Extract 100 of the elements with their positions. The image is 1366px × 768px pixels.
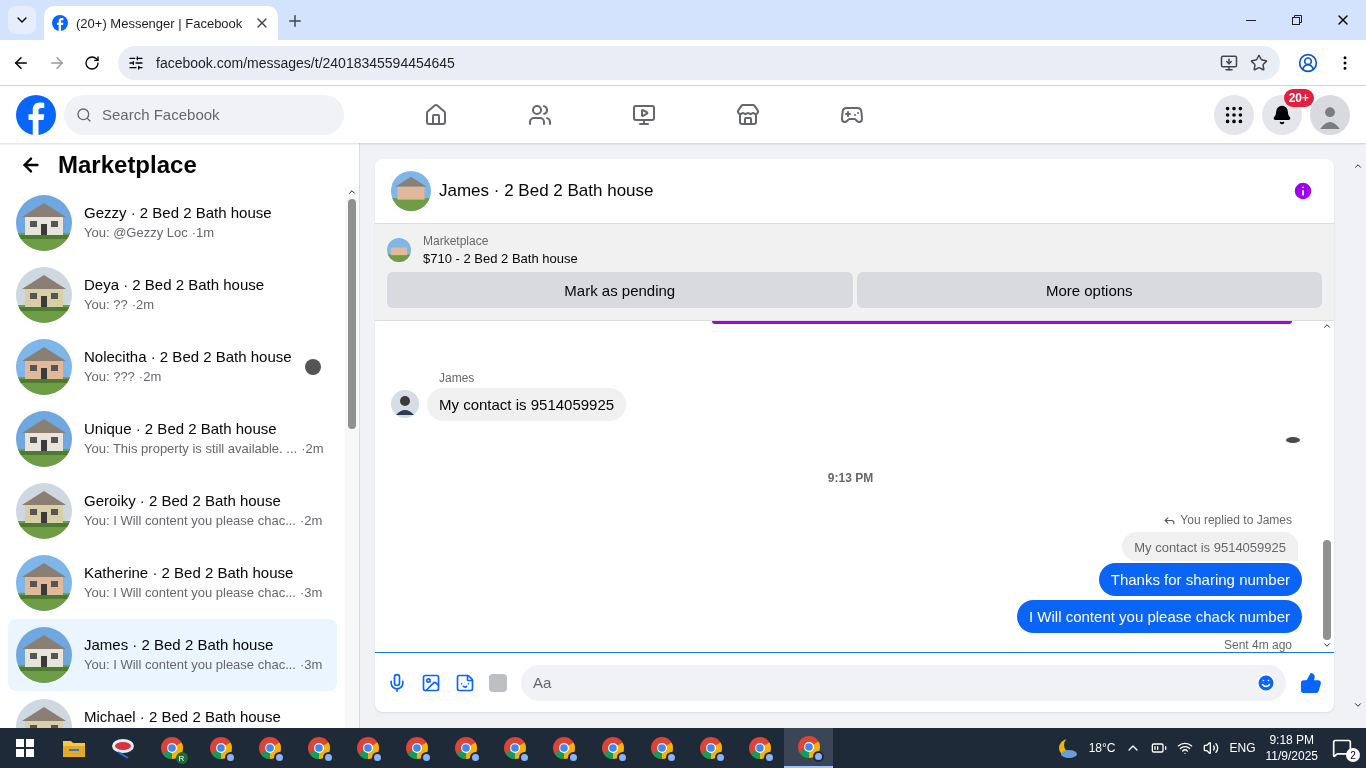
start-icon[interactable] <box>15 739 34 757</box>
bookmark-icon[interactable] <box>1250 53 1268 72</box>
scrollbar-thumb[interactable] <box>348 199 356 429</box>
facebook-logo <box>52 15 68 31</box>
browser-icon[interactable] <box>796 735 821 759</box>
conversation-name: Gezzy · 2 Bed 2 Bath house <box>84 204 273 221</box>
search-field[interactable]: Search Facebook <box>64 94 344 135</box>
friends-icon[interactable] <box>528 102 552 127</box>
sidebar-title: Marketplace <box>58 151 197 179</box>
minimize-icon[interactable] <box>1246 19 1256 21</box>
folder-icon[interactable] <box>61 738 86 758</box>
profile-icon <box>567 752 579 763</box>
browser-icon[interactable] <box>747 736 772 760</box>
browser-icon[interactable] <box>600 736 625 760</box>
browser-icon[interactable] <box>698 736 723 760</box>
browser-icon[interactable] <box>208 736 233 760</box>
profile-icon <box>763 752 775 763</box>
notification-badge: 20+ <box>1283 88 1314 107</box>
restore-icon[interactable] <box>1292 15 1302 25</box>
scroll-down-icon[interactable] <box>1322 640 1332 650</box>
conversation-item[interactable]: Katherine · 2 Bed 2 Bath house You: I Will content you please chac... ·3m <box>8 547 337 619</box>
browser-icon[interactable] <box>355 736 380 760</box>
url-text: facebook.com/messages/t/24018345594454645 <box>156 54 456 71</box>
facebook-logo[interactable] <box>16 94 56 135</box>
message-bubble: My contact is 9514059925 <box>427 387 627 421</box>
browser-icon[interactable] <box>257 736 282 760</box>
account-avatar[interactable] <box>1310 94 1350 135</box>
browser-icon[interactable] <box>404 736 429 760</box>
battery-icon[interactable] <box>1151 740 1168 756</box>
notification-icon[interactable] <box>1332 738 1352 758</box>
store-icon[interactable] <box>736 102 760 127</box>
message-preview: You: I Will content you please chac... <box>84 585 296 600</box>
microphone-icon[interactable] <box>387 672 407 693</box>
profile-icon <box>273 752 285 763</box>
conversation-item[interactable]: Deya · 2 Bed 2 Bath house You: ?? ·2m <box>8 259 337 331</box>
action-button[interactable]: Mark as pending <box>387 272 853 308</box>
clock-date: 11/9/2025 <box>1265 749 1318 763</box>
app-icon[interactable] <box>109 736 136 760</box>
listing-title: $710 - 2 Bed 2 Bath house <box>423 251 578 266</box>
conversation-item[interactable]: Geroiky · 2 Bed 2 Bath house You: I Will content you please chac... ·2m <box>8 475 337 547</box>
message-preview: You: ??? <box>84 369 135 384</box>
profile-icon <box>420 752 432 763</box>
message-bubble: I Will content you please chack number <box>1017 600 1302 633</box>
profile-icon <box>812 751 824 762</box>
wifi-icon[interactable] <box>1177 740 1194 756</box>
scroll-up-icon[interactable] <box>1353 161 1363 171</box>
avatar <box>391 390 419 419</box>
site-settings-icon[interactable] <box>128 54 144 71</box>
volume-icon[interactable] <box>1203 740 1220 756</box>
scroll-up-icon[interactable] <box>1322 321 1332 331</box>
conversation-item[interactable]: Nolecitha · 2 Bed 2 Bath house You: ??? ·2m <box>8 331 337 403</box>
home-icon[interactable] <box>424 102 448 127</box>
browser-icon[interactable] <box>649 736 674 760</box>
message-time: ·2m <box>131 297 154 312</box>
message-bubble: Thanks for sharing number <box>1098 563 1302 596</box>
conversation-name: Deya · 2 Bed 2 Bath house <box>84 276 266 293</box>
profile-icon <box>469 752 481 763</box>
profile-icon <box>616 752 628 763</box>
browser-icon[interactable] <box>502 736 527 760</box>
install-icon[interactable] <box>1220 53 1238 72</box>
message-preview: You: I Will content you please chac... <box>84 657 296 672</box>
emoji-icon[interactable] <box>1256 672 1276 693</box>
new-tab-button[interactable] <box>286 12 304 30</box>
reload-icon[interactable] <box>84 54 100 71</box>
conversation-name: Geroiky · 2 Bed 2 Bath house <box>84 492 282 509</box>
video-icon[interactable] <box>632 102 656 127</box>
conversation-item[interactable]: Unique · 2 Bed 2 Bath house You: This property is still available. ... ·2m <box>8 403 337 475</box>
conversation-item[interactable]: James · 2 Bed 2 Bath house You: I Will content you please chac... ·3m <box>8 619 337 691</box>
clock-time: 9:18 PM <box>1269 733 1315 747</box>
like-icon[interactable] <box>1300 671 1322 694</box>
action-button[interactable]: More options <box>856 272 1322 308</box>
bell-icon[interactable] <box>1272 104 1292 125</box>
address-bar[interactable]: facebook.com/messages/t/24018345594454645 <box>118 45 1280 80</box>
search-input[interactable]: Search Facebook <box>100 105 332 124</box>
browser-tab[interactable]: (20+) Messenger | Facebook <box>44 6 278 40</box>
scrollbar-thumb[interactable] <box>1323 540 1331 640</box>
conversation-name: James · 2 Bed 2 Bath house <box>84 636 275 653</box>
profile-icon <box>224 752 236 763</box>
message-time: ·1m <box>191 225 215 240</box>
scroll-down-icon[interactable] <box>1353 700 1363 710</box>
weather-icon <box>1056 737 1079 759</box>
message-field[interactable]: Aa <box>521 664 1286 701</box>
temperature: 18°C <box>1088 741 1116 755</box>
search-icon[interactable] <box>76 106 92 123</box>
browser-icon[interactable] <box>551 736 576 760</box>
scroll-up-icon[interactable] <box>347 187 357 197</box>
conversation-name: Katherine · 2 Bed 2 Bath house <box>84 564 295 581</box>
info-icon[interactable] <box>1292 180 1314 202</box>
conversation-item[interactable]: Gezzy · 2 Bed 2 Bath house You: @Gezzy Loc ·1m <box>8 187 337 259</box>
browser-icon[interactable] <box>306 736 331 760</box>
conversation-name: Unique · 2 Bed 2 Bath house <box>84 420 278 437</box>
sticker-icon[interactable] <box>455 672 475 693</box>
conversation-name: Nolecitha · 2 Bed 2 Bath house <box>84 348 293 365</box>
profile-icon[interactable] <box>1298 52 1318 73</box>
menu-button[interactable] <box>1214 94 1254 135</box>
browser-icon[interactable] <box>453 736 478 760</box>
conversation-name: Michael · 2 Bed 2 Bath house <box>84 708 282 725</box>
message-preview: You: This property is still available. ... <box>84 441 298 456</box>
message-input[interactable]: Aa <box>531 673 1248 692</box>
image-icon[interactable] <box>421 672 441 693</box>
